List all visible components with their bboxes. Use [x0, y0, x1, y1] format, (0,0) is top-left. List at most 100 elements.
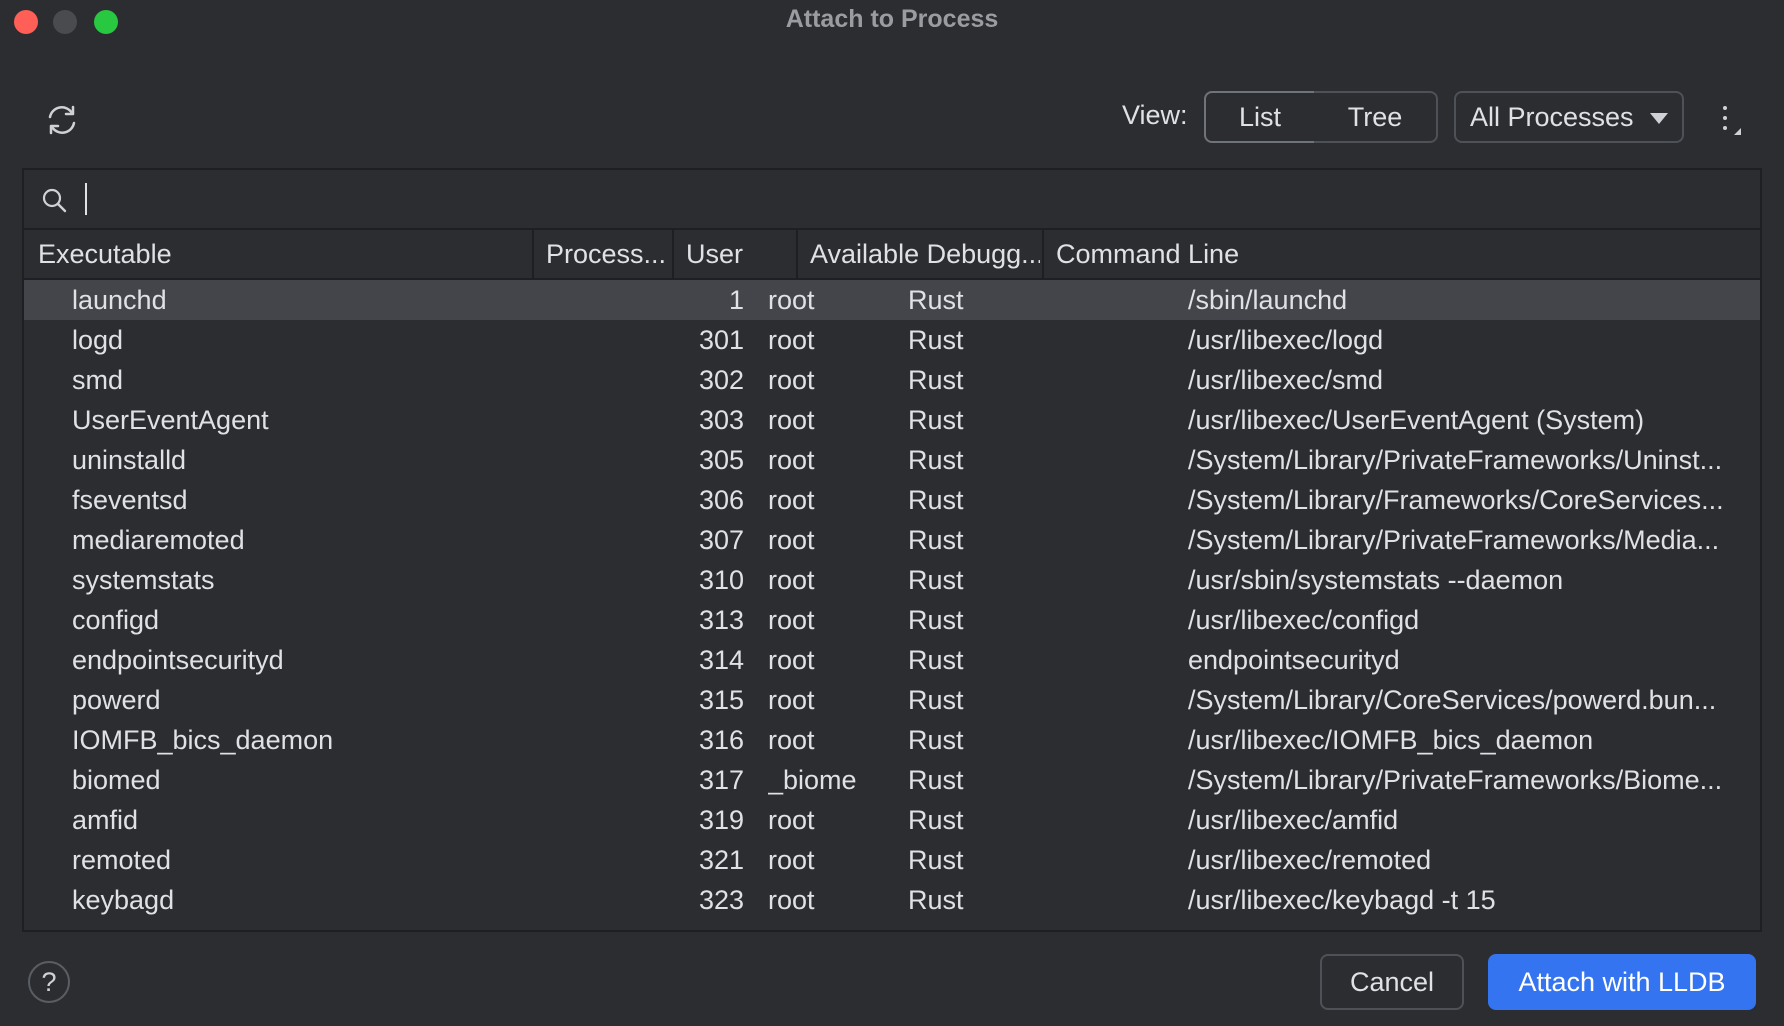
column-header-user[interactable]: User	[686, 230, 786, 278]
executable-cell: powerd	[72, 680, 612, 720]
executable-cell: launchd	[72, 280, 612, 320]
executable-cell: uninstalld	[72, 440, 612, 480]
pid-cell: 317	[604, 760, 744, 800]
more-vertical-icon	[1723, 106, 1727, 110]
executable-cell: fseventsd	[72, 480, 612, 520]
column-header-executable[interactable]: Executable	[38, 230, 528, 278]
executable-cell: logd	[72, 320, 612, 360]
pid-cell: 319	[604, 800, 744, 840]
command-line-cell: /usr/sbin/systemstats --daemon	[1188, 560, 1748, 600]
command-line-cell: /usr/libexec/IOMFB_bics_daemon	[1188, 720, 1748, 760]
command-line-cell: /sbin/launchd	[1188, 280, 1748, 320]
debugger-cell: Rust	[908, 600, 1158, 640]
debugger-cell: Rust	[908, 840, 1158, 880]
user-cell: _biome	[768, 760, 918, 800]
debugger-cell: Rust	[908, 720, 1158, 760]
column-header-command-line[interactable]: Command Line	[1056, 230, 1656, 278]
debugger-cell: Rust	[908, 440, 1158, 480]
user-cell: root	[768, 720, 918, 760]
table-row[interactable]: biomed317_biomeRust/System/Library/Priva…	[24, 760, 1760, 800]
executable-cell: mediaremoted	[72, 520, 612, 560]
table-row[interactable]: fseventsd306rootRust/System/Library/Fram…	[24, 480, 1760, 520]
column-resize-handle[interactable]	[672, 230, 674, 278]
user-cell: root	[768, 680, 918, 720]
debugger-cell: Rust	[908, 480, 1158, 520]
table-header: Executable Process... User Available Deb…	[24, 230, 1760, 280]
user-cell: root	[768, 840, 918, 880]
table-row[interactable]: systemstats310rootRust/usr/sbin/systemst…	[24, 560, 1760, 600]
view-list-toggle[interactable]: List	[1204, 91, 1316, 143]
command-line-cell: /System/Library/Frameworks/CoreServices.…	[1188, 480, 1748, 520]
table-row[interactable]: endpointsecurityd314rootRustendpointsecu…	[24, 640, 1760, 680]
executable-cell: keybagd	[72, 880, 612, 920]
command-line-cell: /System/Library/PrivateFrameworks/Uninst…	[1188, 440, 1748, 480]
pid-cell: 321	[604, 840, 744, 880]
help-button[interactable]: ?	[28, 961, 70, 1003]
debugger-cell: Rust	[908, 520, 1158, 560]
title-bar: Attach to Process	[0, 0, 1784, 44]
column-header-debuggers[interactable]: Available Debugg...	[810, 230, 1040, 278]
column-resize-handle[interactable]	[796, 230, 798, 278]
process-filter-dropdown[interactable]: All Processes	[1454, 91, 1684, 143]
user-cell: root	[768, 280, 918, 320]
refresh-icon	[44, 102, 80, 138]
table-row[interactable]: uninstalld305rootRust/System/Library/Pri…	[24, 440, 1760, 480]
pid-cell: 314	[604, 640, 744, 680]
user-cell: root	[768, 400, 918, 440]
table-row[interactable]: configd313rootRust/usr/libexec/configd	[24, 600, 1760, 640]
command-line-cell: /System/Library/PrivateFrameworks/Media.…	[1188, 520, 1748, 560]
user-cell: root	[768, 520, 918, 560]
command-line-cell: /System/Library/CoreServices/powerd.bun.…	[1188, 680, 1748, 720]
refresh-button[interactable]	[44, 102, 80, 138]
command-line-cell: endpointsecurityd	[1188, 640, 1748, 680]
debugger-cell: Rust	[908, 360, 1158, 400]
column-resize-handle[interactable]	[1042, 230, 1044, 278]
search-input[interactable]	[94, 178, 1698, 220]
view-label: View:	[1122, 100, 1188, 131]
process-filter-value: All Processes	[1470, 102, 1634, 133]
executable-cell: systemstats	[72, 560, 612, 600]
command-line-cell: /usr/libexec/smd	[1188, 360, 1748, 400]
cancel-button[interactable]: Cancel	[1320, 954, 1464, 1010]
executable-cell: smd	[72, 360, 612, 400]
user-cell: root	[768, 880, 918, 920]
debugger-cell: Rust	[908, 320, 1158, 360]
table-row[interactable]: powerd315rootRust/System/Library/CoreSer…	[24, 680, 1760, 720]
executable-cell: endpointsecurityd	[72, 640, 612, 680]
attach-with-lldb-button[interactable]: Attach with LLDB	[1488, 954, 1756, 1010]
table-row[interactable]: keybagd323rootRust/usr/libexec/keybagd -…	[24, 880, 1760, 920]
executable-cell: configd	[72, 600, 612, 640]
table-row[interactable]: logd301rootRust/usr/libexec/logd	[24, 320, 1760, 360]
user-cell: root	[768, 600, 918, 640]
debugger-cell: Rust	[908, 640, 1158, 680]
table-row[interactable]: smd302rootRust/usr/libexec/smd	[24, 360, 1760, 400]
table-row[interactable]: launchd1rootRust/sbin/launchd	[24, 280, 1760, 320]
more-options-button[interactable]	[1716, 100, 1746, 140]
column-resize-handle[interactable]	[532, 230, 534, 278]
pid-cell: 303	[604, 400, 744, 440]
command-line-cell: /usr/libexec/logd	[1188, 320, 1748, 360]
command-line-cell: /usr/libexec/UserEventAgent (System)	[1188, 400, 1748, 440]
view-tree-toggle[interactable]: Tree	[1314, 91, 1438, 143]
table-row[interactable]: UserEventAgent303rootRust/usr/libexec/Us…	[24, 400, 1760, 440]
table-row[interactable]: IOMFB_bics_daemon316rootRust/usr/libexec…	[24, 720, 1760, 760]
executable-cell: amfid	[72, 800, 612, 840]
column-header-process[interactable]: Process...	[546, 230, 666, 278]
table-row[interactable]: mediaremoted307rootRust/System/Library/P…	[24, 520, 1760, 560]
pid-cell: 302	[604, 360, 744, 400]
pid-cell: 310	[604, 560, 744, 600]
executable-cell: remoted	[72, 840, 612, 880]
command-line-cell: /System/Library/PrivateFrameworks/Biome.…	[1188, 760, 1748, 800]
pid-cell: 323	[604, 880, 744, 920]
debugger-cell: Rust	[908, 400, 1158, 440]
debugger-cell: Rust	[908, 800, 1158, 840]
search-icon	[40, 186, 68, 214]
command-line-cell: /usr/libexec/keybagd -t 15	[1188, 880, 1748, 920]
user-cell: root	[768, 800, 918, 840]
debugger-cell: Rust	[908, 680, 1158, 720]
table-row[interactable]: remoted321rootRust/usr/libexec/remoted	[24, 840, 1760, 880]
command-line-cell: /usr/libexec/amfid	[1188, 800, 1748, 840]
table-row[interactable]: amfid319 rootRust/usr/libexec/amfid	[24, 800, 1760, 840]
window-title: Attach to Process	[0, 5, 1784, 34]
pid-cell: 313	[604, 600, 744, 640]
